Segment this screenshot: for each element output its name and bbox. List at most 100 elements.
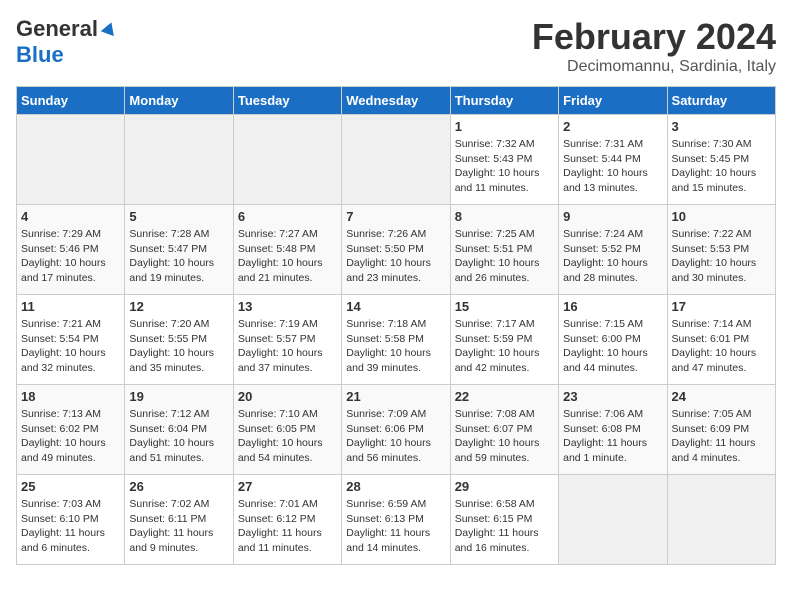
day-number: 16 [563,299,662,314]
logo-general: General [16,16,118,42]
calendar-cell: 23 Sunrise: 7:06 AMSunset: 6:08 PMDayligh… [559,385,667,475]
calendar-header-row: SundayMondayTuesdayWednesdayThursdayFrid… [17,87,776,115]
column-header-monday: Monday [125,87,233,115]
calendar-cell: 15Sunrise: 7:17 AMSunset: 5:59 PMDayligh… [450,295,558,385]
day-number: 26 [129,479,228,494]
week-row-2: 4Sunrise: 7:29 AMSunset: 5:46 PMDaylight… [17,205,776,295]
day-number: 17 [672,299,771,314]
calendar-cell: 22Sunrise: 7:08 AMSunset: 6:07 PMDayligh… [450,385,558,475]
day-info: Sunrise: 7:12 AMSunset: 6:04 PMDaylight:… [129,407,228,466]
calendar-cell: 7 Sunrise: 7:26 AMSunset: 5:50 PMDaylight… [342,205,450,295]
calendar-cell: 24 Sunrise: 7:05 AMSunset: 6:09 PMDayligh… [667,385,775,475]
calendar-cell: 20 Sunrise: 7:10 AMSunset: 6:05 PMDayligh… [233,385,341,475]
week-row-1: 1 Sunrise: 7:32 AMSunset: 5:43 PMDaylight… [17,115,776,205]
day-info: Sunrise: 7:25 AMSunset: 5:51 PMDaylight:… [455,227,554,286]
column-header-tuesday: Tuesday [233,87,341,115]
main-title: February 2024 [532,16,776,58]
day-info: Sunrise: 7:28 AMSunset: 5:47 PMDaylight:… [129,227,228,286]
week-row-4: 18Sunrise: 7:13 AMSunset: 6:02 PMDayligh… [17,385,776,475]
day-number: 11 [21,299,120,314]
day-number: 24 [672,389,771,404]
logo-icon [100,20,118,38]
calendar-cell [125,115,233,205]
day-info: Sunrise: 7:02 AMSunset: 6:11 PMDaylight:… [129,497,228,556]
day-info: Sunrise: 7:03 AMSunset: 6:10 PMDaylight:… [21,497,120,556]
day-info: Sunrise: 7:26 AMSunset: 5:50 PMDaylight:… [346,227,445,286]
logo-blue: Blue [16,42,64,68]
day-info: Sunrise: 7:31 AMSunset: 5:44 PMDaylight:… [563,137,662,196]
calendar-cell: 13Sunrise: 7:19 AMSunset: 5:57 PMDayligh… [233,295,341,385]
day-number: 3 [672,119,771,134]
day-number: 1 [455,119,554,134]
day-info: Sunrise: 7:21 AMSunset: 5:54 PMDaylight:… [21,317,120,376]
title-area: February 2024 Decimomannu, Sardinia, Ita… [532,16,776,76]
day-info: Sunrise: 7:20 AMSunset: 5:55 PMDaylight:… [129,317,228,376]
day-number: 12 [129,299,228,314]
week-row-3: 11 Sunrise: 7:21 AMSunset: 5:54 PMDayligh… [17,295,776,385]
calendar-cell: 9 Sunrise: 7:24 AMSunset: 5:52 PMDaylight… [559,205,667,295]
logo: General Blue [16,16,118,68]
calendar-cell: 19 Sunrise: 7:12 AMSunset: 6:04 PMDayligh… [125,385,233,475]
day-number: 28 [346,479,445,494]
column-header-saturday: Saturday [667,87,775,115]
calendar-cell [233,115,341,205]
column-header-sunday: Sunday [17,87,125,115]
day-number: 10 [672,209,771,224]
day-number: 25 [21,479,120,494]
day-info: Sunrise: 7:01 AMSunset: 6:12 PMDaylight:… [238,497,337,556]
day-info: Sunrise: 7:13 AMSunset: 6:02 PMDaylight:… [21,407,120,466]
calendar-cell: 26 Sunrise: 7:02 AMSunset: 6:11 PMDayligh… [125,475,233,565]
calendar-cell: 29 Sunrise: 6:58 AMSunset: 6:15 PMDayligh… [450,475,558,565]
day-info: Sunrise: 7:08 AMSunset: 6:07 PMDaylight:… [455,407,554,466]
calendar-cell: 2 Sunrise: 7:31 AMSunset: 5:44 PMDaylight… [559,115,667,205]
calendar-cell: 5 Sunrise: 7:28 AMSunset: 5:47 PMDaylight… [125,205,233,295]
calendar-cell: 3 Sunrise: 7:30 AMSunset: 5:45 PMDaylight… [667,115,775,205]
calendar-cell: 4Sunrise: 7:29 AMSunset: 5:46 PMDaylight… [17,205,125,295]
calendar-cell: 10 Sunrise: 7:22 AMSunset: 5:53 PMDayligh… [667,205,775,295]
calendar-cell [559,475,667,565]
calendar-table: SundayMondayTuesdayWednesdayThursdayFrid… [16,86,776,565]
sub-title: Decimomannu, Sardinia, Italy [532,58,776,76]
calendar-cell: 21Sunrise: 7:09 AMSunset: 6:06 PMDayligh… [342,385,450,475]
week-row-5: 25 Sunrise: 7:03 AMSunset: 6:10 PMDayligh… [17,475,776,565]
column-header-friday: Friday [559,87,667,115]
day-info: Sunrise: 7:24 AMSunset: 5:52 PMDaylight:… [563,227,662,286]
day-info: Sunrise: 7:32 AMSunset: 5:43 PMDaylight:… [455,137,554,196]
day-number: 7 [346,209,445,224]
day-info: Sunrise: 7:29 AMSunset: 5:46 PMDaylight:… [21,227,120,286]
day-number: 15 [455,299,554,314]
day-number: 27 [238,479,337,494]
day-info: Sunrise: 7:14 AMSunset: 6:01 PMDaylight:… [672,317,771,376]
calendar-cell [667,475,775,565]
calendar-cell: 17 Sunrise: 7:14 AMSunset: 6:01 PMDayligh… [667,295,775,385]
day-info: Sunrise: 6:59 AMSunset: 6:13 PMDaylight:… [346,497,445,556]
day-number: 9 [563,209,662,224]
calendar-cell [17,115,125,205]
day-info: Sunrise: 7:30 AMSunset: 5:45 PMDaylight:… [672,137,771,196]
calendar-cell: 12 Sunrise: 7:20 AMSunset: 5:55 PMDayligh… [125,295,233,385]
day-number: 29 [455,479,554,494]
calendar-cell: 16 Sunrise: 7:15 AMSunset: 6:00 PMDayligh… [559,295,667,385]
calendar-cell: 1 Sunrise: 7:32 AMSunset: 5:43 PMDaylight… [450,115,558,205]
day-number: 20 [238,389,337,404]
day-info: Sunrise: 7:15 AMSunset: 6:00 PMDaylight:… [563,317,662,376]
calendar-cell [342,115,450,205]
calendar-cell: 11 Sunrise: 7:21 AMSunset: 5:54 PMDayligh… [17,295,125,385]
calendar-cell: 8 Sunrise: 7:25 AMSunset: 5:51 PMDaylight… [450,205,558,295]
day-number: 23 [563,389,662,404]
day-number: 13 [238,299,337,314]
day-number: 5 [129,209,228,224]
day-number: 2 [563,119,662,134]
day-info: Sunrise: 7:22 AMSunset: 5:53 PMDaylight:… [672,227,771,286]
day-info: Sunrise: 7:10 AMSunset: 6:05 PMDaylight:… [238,407,337,466]
day-number: 19 [129,389,228,404]
calendar-cell: 18Sunrise: 7:13 AMSunset: 6:02 PMDayligh… [17,385,125,475]
calendar-cell: 25 Sunrise: 7:03 AMSunset: 6:10 PMDayligh… [17,475,125,565]
day-info: Sunrise: 6:58 AMSunset: 6:15 PMDaylight:… [455,497,554,556]
page-header: General Blue February 2024 Decimomannu, … [16,16,776,76]
day-number: 8 [455,209,554,224]
calendar-cell: 6Sunrise: 7:27 AMSunset: 5:48 PMDaylight… [233,205,341,295]
day-info: Sunrise: 7:06 AMSunset: 6:08 PMDaylight:… [563,407,662,466]
day-info: Sunrise: 7:05 AMSunset: 6:09 PMDaylight:… [672,407,771,466]
day-info: Sunrise: 7:18 AMSunset: 5:58 PMDaylight:… [346,317,445,376]
